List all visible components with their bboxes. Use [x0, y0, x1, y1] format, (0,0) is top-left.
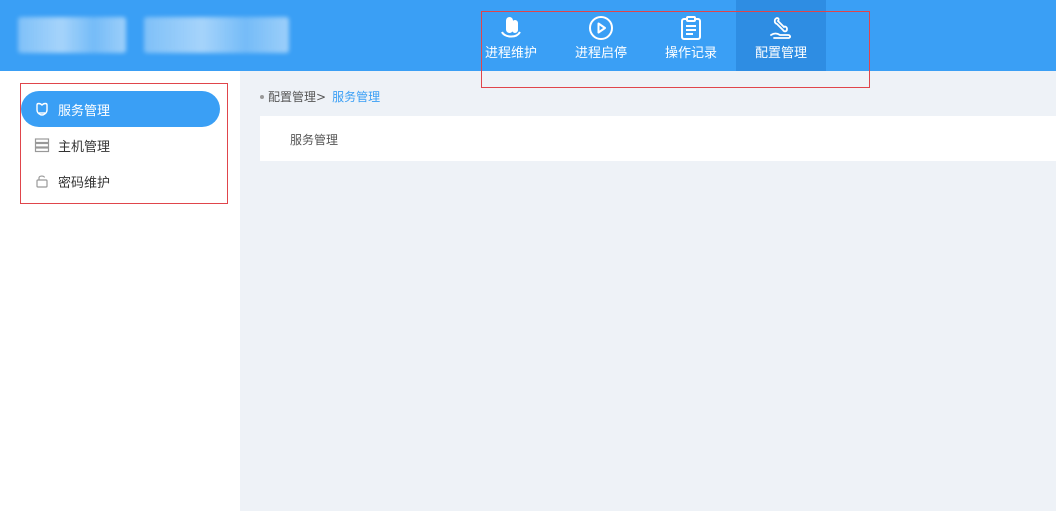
sidebar-item-service-management[interactable]: 服务管理: [21, 91, 220, 127]
breadcrumb-current: 服务管理: [332, 90, 381, 104]
sidebar-item-password-maintenance[interactable]: 密码维护: [21, 163, 220, 199]
nav-process-start-stop[interactable]: 进程启停: [556, 0, 646, 71]
panel-title: 服务管理: [290, 133, 339, 147]
nav-config-management[interactable]: 配置管理: [736, 0, 826, 71]
breadcrumb-parent[interactable]: 配置管理>: [268, 88, 326, 105]
nav-label: 操作记录: [664, 46, 717, 61]
logo-blurred: [18, 17, 126, 53]
nav-label: 进程启停: [574, 46, 627, 61]
nav-label: 配置管理: [754, 46, 807, 61]
sidebar-item-label: 密码维护: [58, 175, 111, 191]
breadcrumb-dot: [260, 94, 264, 99]
wrench-hand-icon: [770, 17, 791, 39]
top-bar: 进程维护 进程启停 操作记录 配置管理: [0, 0, 1056, 71]
nav-label: 进程维护: [484, 46, 537, 61]
nav-operation-log[interactable]: 操作记录: [646, 0, 736, 71]
process-maintenance-icon: [501, 17, 521, 38]
top-nav: 进程维护 进程启停 操作记录 配置管理: [466, 0, 826, 71]
main-content: 配置管理> 服务管理 服务管理: [240, 71, 1056, 511]
sidebar-item-host-management[interactable]: 主机管理: [21, 127, 220, 163]
nav-process-maintenance[interactable]: 进程维护: [466, 0, 556, 71]
app-title-blurred: [144, 17, 289, 53]
sidebar-item-label: 服务管理: [58, 103, 111, 119]
sidebar: 服务管理 主机管理 密码维护: [0, 71, 240, 511]
lock-icon: [36, 175, 48, 188]
server-icon: [34, 138, 50, 153]
breadcrumb: 配置管理> 服务管理: [260, 88, 380, 105]
service-icon: [36, 102, 48, 116]
content-panel: 服务管理: [260, 116, 1056, 161]
sidebar-item-label: 主机管理: [58, 139, 111, 155]
clipboard-list-icon: [681, 16, 701, 40]
play-circle-icon: [589, 16, 613, 40]
